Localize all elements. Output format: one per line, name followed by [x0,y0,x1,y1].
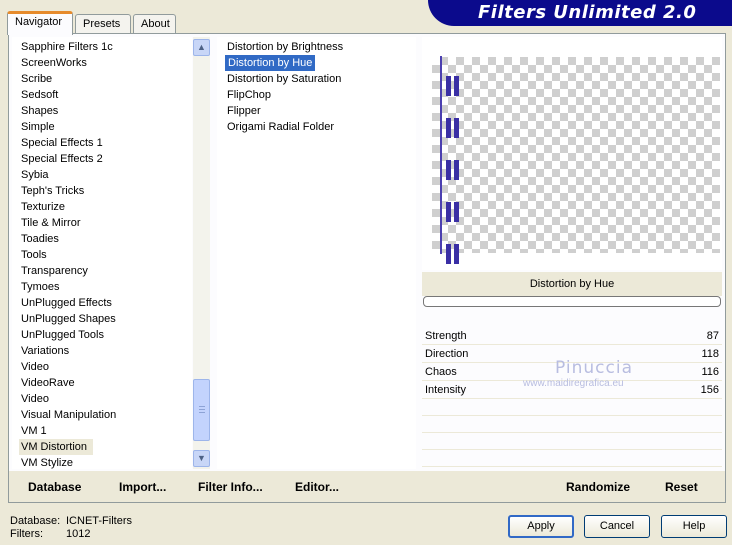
preview-stripe [446,76,451,96]
import-button[interactable]: Import... [119,480,166,494]
param-row-empty [422,433,722,450]
apply-button[interactable]: Apply [508,515,574,538]
category-item[interactable]: ScreenWorks [21,55,87,71]
filter-item[interactable]: Distortion by Hue [225,55,316,71]
param-row-empty [422,450,722,467]
preview-stripe [446,202,451,222]
app-banner: Filters Unlimited 2.0 [428,0,732,26]
category-item[interactable]: Sybia [21,167,49,183]
filter-item[interactable]: FlipChop [227,87,271,103]
preview-stripe [446,160,451,180]
filter-item[interactable]: Flipper [227,103,261,119]
category-item[interactable]: Toadies [21,231,59,247]
preview-stripe [446,118,451,138]
grip-line [199,409,205,410]
filter-info-button[interactable]: Filter Info... [198,480,263,494]
app-title: Filters Unlimited 2.0 [478,2,697,23]
database-value: ICNET-Filters [66,515,132,527]
category-item[interactable]: Video [21,359,49,375]
category-item[interactable]: Sedsoft [21,87,58,103]
preview-stripe [454,244,459,264]
category-item[interactable]: Shapes [21,103,58,119]
category-item[interactable]: Texturize [21,199,65,215]
category-item[interactable]: VM Stylize [21,455,73,471]
category-item[interactable]: Teph's Tricks [21,183,84,199]
cancel-button[interactable]: Cancel [584,515,650,538]
filter-item[interactable]: Distortion by Brightness [227,39,343,55]
filter-title: Distortion by Hue [529,278,615,290]
grip-line [199,412,205,413]
category-item[interactable]: UnPlugged Tools [21,327,104,343]
bottom-toolbar: Database Import... Filter Info... Editor… [9,471,725,502]
tab-about[interactable]: About [133,14,176,34]
category-item[interactable]: Scribe [21,71,52,87]
help-button[interactable]: Help [661,515,727,538]
category-item[interactable]: UnPlugged Shapes [21,311,116,327]
category-item[interactable]: Visual Manipulation [21,407,116,423]
category-item[interactable]: Tymoes [21,279,60,295]
preview-stripe [446,244,451,264]
category-item[interactable]: Simple [21,119,55,135]
category-item[interactable]: Tools [21,247,47,263]
category-item[interactable]: Variations [21,343,69,359]
param-row[interactable]: Strength 87 [422,327,722,345]
editor-button[interactable]: Editor... [295,480,339,494]
filter-item[interactable]: Distortion by Saturation [227,71,341,87]
reset-button[interactable]: Reset [665,480,698,494]
preview-stripe [454,118,459,138]
filter-list[interactable]: Distortion by Brightness Distortion by Hu… [217,37,416,469]
category-item[interactable]: Sapphire Filters 1c [21,39,113,55]
grip-line [199,406,205,407]
database-button[interactable]: Database [28,480,81,494]
database-info: Database: ICNET-Filters Filters: 1012 [10,515,132,541]
filters-count: 1012 [66,528,91,540]
category-item[interactable]: Special Effects 1 [21,135,103,151]
param-label: Strength [425,330,467,342]
param-value: 156 [700,384,719,396]
param-value: 87 [706,330,719,342]
param-label: Direction [425,348,469,360]
category-item[interactable]: VM Distortion [19,439,94,455]
category-item[interactable]: Video [21,391,49,407]
category-item[interactable]: Tile & Mirror [21,215,80,231]
tab-presets[interactable]: Presets [75,14,131,34]
category-item[interactable]: Transparency [21,263,88,279]
filter-title-area: Distortion by Hue [422,272,722,296]
randomize-button[interactable]: Randomize [566,480,630,494]
filters-label: Filters: [10,528,43,540]
progress-bar [423,296,721,307]
preview-stripe-line [440,56,442,254]
param-label: Intensity [425,384,466,396]
chevron-down-icon: ▼ [197,453,206,463]
param-row-empty [422,416,722,433]
category-scrollbar[interactable]: ▲ ▼ [193,37,210,469]
preview-pane [422,37,722,270]
scroll-down-button[interactable]: ▼ [193,450,210,467]
preview-stripe [454,76,459,96]
watermark-name: Pinuccia [555,358,633,378]
tab-navigator[interactable]: Navigator [7,11,73,35]
watermark-url: www.maidiregrafica.eu [523,378,624,389]
category-item[interactable]: VideoRave [21,375,75,391]
param-label: Chaos [425,366,457,378]
preview-checkerboard [432,57,720,253]
category-list[interactable]: Sapphire Filters 1c ScreenWorks Scribe Seds… [12,37,192,469]
category-item[interactable]: Special Effects 2 [21,151,103,167]
database-label: Database: [10,515,61,527]
scroll-up-button[interactable]: ▲ [193,39,210,56]
scroll-thumb[interactable] [193,379,210,441]
chevron-up-icon: ▲ [197,42,206,52]
preview-stripe [454,160,459,180]
preview-stripe [454,202,459,222]
parameter-panel: Strength 87 Direction 118 Chaos 116 Intensity 1… [422,327,722,469]
param-value: 116 [701,366,719,378]
param-row-empty [422,399,722,416]
param-value: 118 [701,348,719,360]
preview-image [438,56,464,264]
category-item[interactable]: VM 1 [21,423,47,439]
category-item[interactable]: UnPlugged Effects [21,295,112,311]
filter-item[interactable]: Origami Radial Folder [227,119,334,135]
